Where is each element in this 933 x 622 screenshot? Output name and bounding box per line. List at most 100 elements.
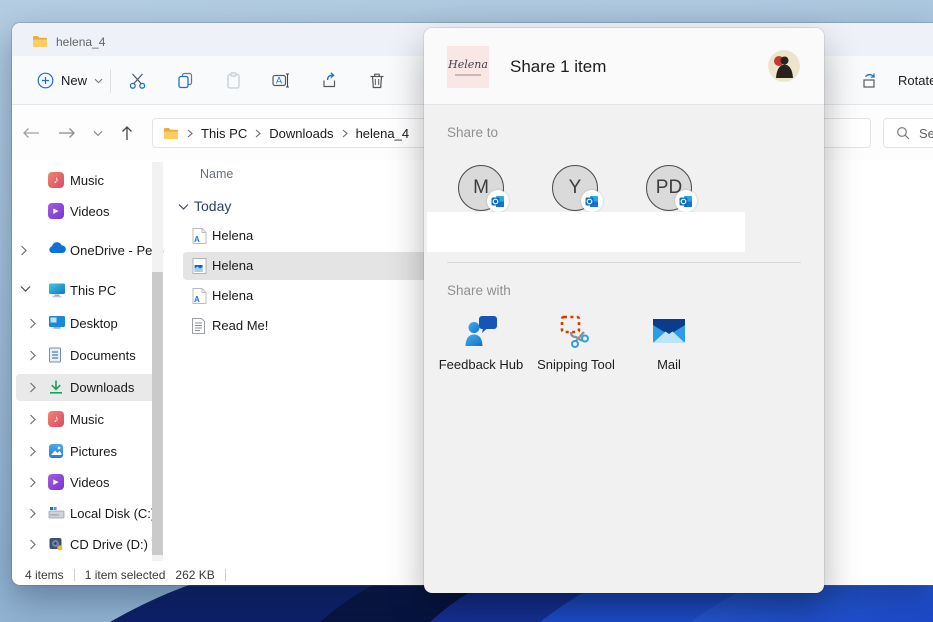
new-button-label: New <box>61 73 87 88</box>
rename-icon: A <box>271 71 291 90</box>
paste-button[interactable] <box>215 65 251 96</box>
sidebar-item-local-disk-c[interactable]: Local Disk (C:) <box>12 502 164 526</box>
breadcrumb-chevron <box>255 129 261 138</box>
desktop: helena_4 New <box>0 0 933 622</box>
breadcrumb-helena4[interactable]: helena_4 <box>356 126 410 141</box>
sidebar-item-music-pinned[interactable]: ♪ Music <box>12 169 164 193</box>
chevron-right-icon[interactable] <box>29 508 36 519</box>
breadcrumb-this-pc[interactable]: This PC <box>201 126 247 141</box>
sidebar-item-downloads[interactable]: Downloads <box>12 376 164 400</box>
new-button[interactable]: New <box>26 65 114 96</box>
chevron-down-icon[interactable] <box>20 285 31 292</box>
section-divider <box>447 262 801 263</box>
rotate-right-button[interactable] <box>855 65 885 96</box>
contact-y[interactable]: Y <box>552 165 598 211</box>
breadcrumb-downloads[interactable]: Downloads <box>269 126 333 141</box>
snipping-tool-icon <box>557 312 595 350</box>
contact-initials: Y <box>569 177 582 199</box>
rotate-icon <box>860 71 880 90</box>
forward-button[interactable] <box>56 123 78 143</box>
outlook-icon <box>675 190 697 212</box>
selection-size: 262 KB <box>175 568 214 582</box>
share-to-label: Share to <box>447 125 498 140</box>
thumbnail-subtext-line <box>455 74 481 76</box>
file-row-helena-2-selected[interactable]: Helena <box>164 252 464 280</box>
chevron-right-icon[interactable] <box>29 318 36 329</box>
item-count: 4 items <box>25 568 64 582</box>
recent-locations-button[interactable] <box>90 123 106 143</box>
file-row-helena-3[interactable]: A Helena <box>164 282 464 310</box>
chevron-right-icon[interactable] <box>29 414 36 425</box>
sidebar-item-music[interactable]: ♪ Music <box>12 408 164 432</box>
copy-button[interactable] <box>167 65 203 96</box>
sidebar-item-documents[interactable]: Documents <box>12 344 164 368</box>
file-row-helena-1[interactable]: A Helena <box>164 222 464 250</box>
share-with-label: Share with <box>447 283 511 298</box>
sidebar-item-videos-pinned[interactable]: ▶ Videos <box>12 200 164 224</box>
contact-initials: M <box>473 177 489 199</box>
text-file-icon <box>191 317 208 335</box>
disk-icon <box>48 505 65 522</box>
navigation-pane: ♪ Music ▶ Videos OneDrive - Perso This P… <box>12 160 164 565</box>
arrow-up-icon <box>121 125 133 141</box>
chevron-down-icon[interactable] <box>178 203 189 210</box>
plus-circle-icon <box>37 72 54 89</box>
sidebar-scrollbar[interactable] <box>152 162 163 561</box>
chevron-right-icon[interactable] <box>29 477 36 488</box>
chevron-right-icon[interactable] <box>29 382 36 393</box>
sidebar-item-desktop[interactable]: Desktop <box>12 312 164 336</box>
pictures-icon <box>48 443 65 460</box>
file-row-read-me[interactable]: Read Me! <box>164 312 464 340</box>
sidebar-item-pictures[interactable]: Pictures <box>12 440 164 464</box>
share-dialog-header: Helena Share 1 item <box>424 28 824 105</box>
chevron-right-icon[interactable] <box>29 350 36 361</box>
music-tile-icon: ♪ <box>48 411 65 428</box>
status-divider <box>74 569 75 581</box>
app-label: Feedback Hub <box>439 357 524 372</box>
music-tile-icon: ♪ <box>48 172 65 189</box>
doc-a-file-icon: A <box>191 227 208 245</box>
chevron-right-icon[interactable] <box>20 245 27 256</box>
app-snipping-tool[interactable]: Snipping Tool <box>526 312 626 372</box>
contact-pd[interactable]: PD <box>646 165 692 211</box>
app-label: Mail <box>657 357 681 372</box>
downloads-arrow-icon <box>48 379 65 396</box>
sidebar-item-this-pc[interactable]: This PC <box>12 279 164 303</box>
thumbnail-script-text: Helena <box>448 58 488 71</box>
delete-button[interactable] <box>359 65 395 96</box>
search-input[interactable]: Se <box>883 118 933 148</box>
chevron-right-icon[interactable] <box>29 539 36 550</box>
delete-icon <box>368 71 386 90</box>
rotate-right-button-label[interactable]: Rotate <box>898 73 933 88</box>
sidebar-item-cd-drive-d[interactable]: CD Drive (D:) Vi <box>12 533 164 557</box>
app-mail[interactable]: Mail <box>619 312 719 372</box>
shared-item-thumbnail: Helena <box>447 46 489 88</box>
scrollbar-thumb[interactable] <box>152 272 163 555</box>
contact-m[interactable]: M <box>458 165 504 211</box>
feedback-hub-icon <box>462 312 500 350</box>
cut-button[interactable] <box>119 65 155 96</box>
chevron-right-icon[interactable] <box>29 446 36 457</box>
videos-tile-icon: ▶ <box>48 203 65 220</box>
doc-a-file-icon: A <box>191 287 208 305</box>
user-avatar[interactable] <box>768 50 800 82</box>
chevron-down-icon <box>93 130 103 137</box>
tab-helena4[interactable]: helena_4 <box>20 27 117 56</box>
cut-icon <box>128 71 147 90</box>
share-button[interactable] <box>311 65 347 96</box>
selection-status: 1 item selected <box>85 568 166 582</box>
sidebar-item-onedrive[interactable]: OneDrive - Perso <box>12 239 164 263</box>
rename-button[interactable]: A <box>263 65 299 96</box>
paste-icon <box>224 71 243 90</box>
onedrive-cloud-icon <box>48 242 65 259</box>
sidebar-item-videos[interactable]: ▶ Videos <box>12 471 164 495</box>
app-feedback-hub[interactable]: Feedback Hub <box>431 312 531 372</box>
redacted-contact-names-area <box>427 212 745 252</box>
up-button[interactable] <box>116 123 138 143</box>
desktop-icon <box>48 315 65 332</box>
mail-icon <box>650 312 688 350</box>
chevron-down-icon <box>94 78 103 84</box>
back-button[interactable] <box>20 123 42 143</box>
column-header-name[interactable]: Name <box>200 167 233 181</box>
search-placeholder-text: Se <box>919 126 933 141</box>
